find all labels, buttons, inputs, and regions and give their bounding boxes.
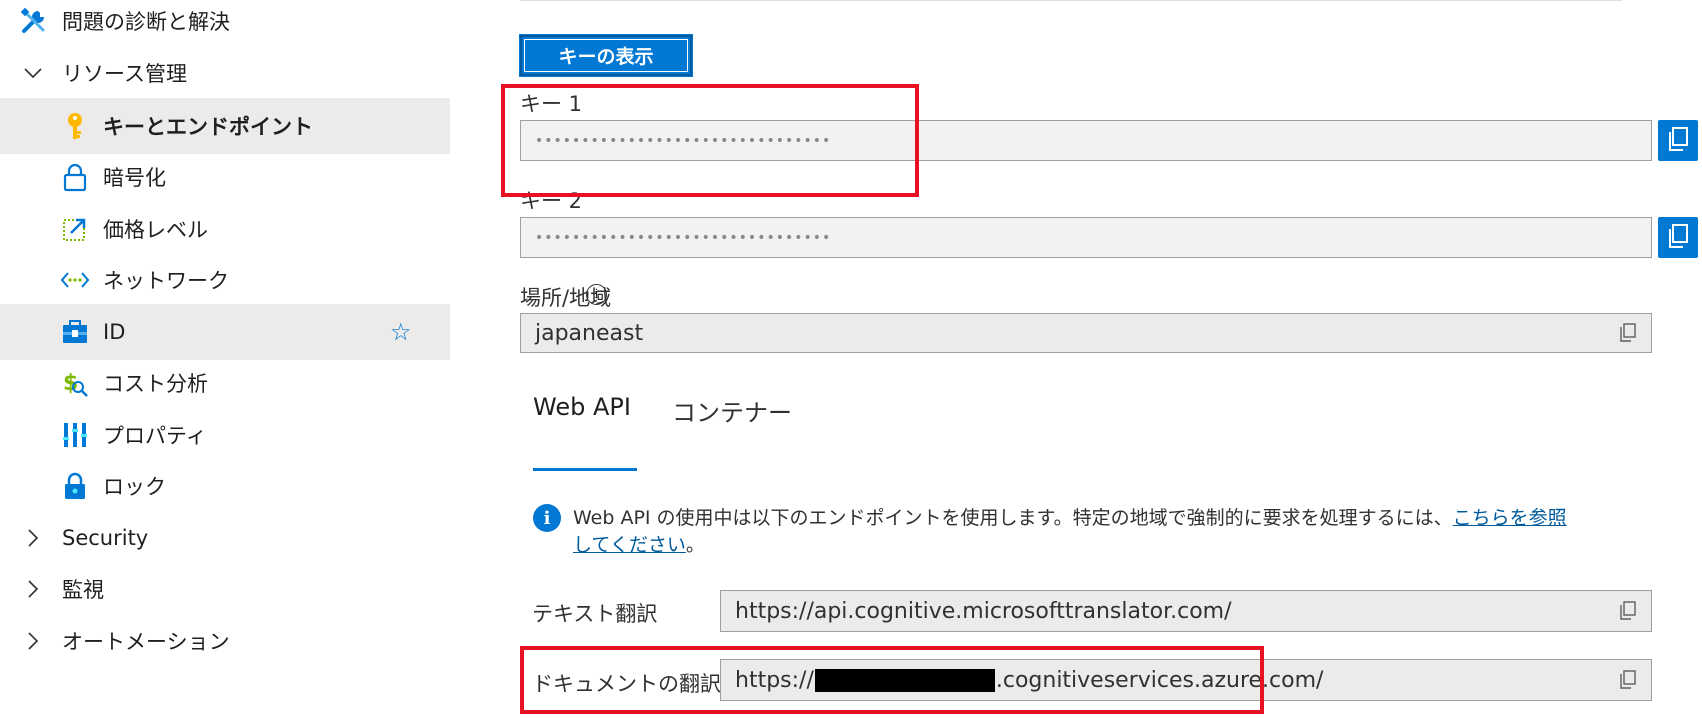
sidebar-item-keys-endpoint[interactable]: キーとエンドポイント (0, 98, 450, 154)
sidebar-item-diagnose[interactable]: 問題の診断と解決 (0, 0, 450, 49)
info-message-suffix: 。 (685, 534, 705, 556)
key-icon (60, 111, 90, 141)
sidebar-item-label: 問題の診断と解決 (62, 10, 230, 34)
sidebar-item-label: キーとエンドポイント (103, 115, 313, 139)
sidebar-group-label: Security (62, 526, 149, 550)
sidebar-item-label: 価格レベル (103, 218, 208, 242)
sidebar-item-properties[interactable]: プロパティ (0, 407, 450, 463)
network-icon (60, 265, 90, 295)
copy-icon (1666, 126, 1690, 156)
favorite-star-icon[interactable]: ☆ (390, 320, 412, 344)
sidebar-item-identity[interactable]: ID ☆ (0, 304, 450, 360)
wrench-screwdriver-icon (19, 6, 49, 36)
sidebar-group-monitoring[interactable]: 監視 (0, 561, 450, 617)
properties-icon (60, 420, 90, 450)
lock-icon (60, 162, 90, 192)
sidebar-item-network[interactable]: ネットワーク (0, 252, 450, 308)
chevron-down-icon (22, 62, 44, 84)
sidebar-item-cost-analysis[interactable]: $ コスト分析 (0, 355, 450, 411)
key2-field[interactable]: •••••••••••••••••••••••••••••••• (520, 217, 1652, 258)
sidebar-item-label: ロック (103, 475, 166, 499)
chevron-right-icon (22, 527, 44, 549)
copy-icon[interactable] (1617, 600, 1639, 622)
info-message: Web API の使用中は以下のエンドポイントを使用します。特定の地域で強制的に… (573, 505, 1573, 559)
text-translation-endpoint-value: https://api.cognitive.microsofttranslato… (735, 598, 1232, 624)
info-message-text: Web API の使用中は以下のエンドポイントを使用します。特定の地域で強制的に… (573, 507, 1453, 529)
sidebar-group-label: 監視 (62, 578, 104, 602)
sidebar-group-label: リソース管理 (62, 62, 187, 86)
chevron-right-icon (22, 578, 44, 600)
sidebar-item-label: 暗号化 (103, 166, 166, 190)
pricing-tier-icon (60, 214, 90, 244)
active-tab-indicator (533, 468, 637, 471)
identity-icon (60, 317, 90, 347)
highlight-box-key1 (501, 84, 919, 197)
sidebar: 問題の診断と解決 リソース管理 キーとエンドポイント 暗号化 価格レベル ネット… (0, 0, 450, 718)
copy-icon (1666, 223, 1690, 253)
sidebar-group-resource-management[interactable]: リソース管理 (0, 45, 450, 101)
sidebar-group-automation[interactable]: オートメーション (0, 613, 450, 669)
tab-web-api[interactable]: Web API (533, 393, 631, 421)
sidebar-item-label: プロパティ (103, 424, 207, 448)
cost-analysis-icon: $ (60, 368, 90, 398)
copy-icon[interactable] (1617, 669, 1639, 691)
info-icon[interactable]: i (586, 284, 607, 305)
key2-copy-button[interactable] (1658, 217, 1698, 258)
key1-copy-button[interactable] (1658, 120, 1698, 161)
sidebar-group-security[interactable]: Security (0, 510, 450, 566)
sidebar-item-label: ネットワーク (103, 269, 229, 293)
sidebar-item-locks[interactable]: ロック (0, 458, 450, 514)
highlight-box-document-endpoint (520, 646, 1264, 714)
divider (520, 0, 1622, 1)
sidebar-group-label: オートメーション (62, 630, 230, 654)
sidebar-item-label: コスト分析 (103, 372, 208, 396)
tab-container[interactable]: コンテナー (672, 393, 792, 428)
sidebar-item-label: ID (103, 320, 126, 344)
sidebar-item-pricing-tier[interactable]: 価格レベル (0, 201, 450, 257)
text-translation-endpoint-field[interactable]: https://api.cognitive.microsofttranslato… (720, 590, 1652, 632)
copy-icon[interactable] (1617, 322, 1639, 344)
show-keys-button[interactable]: キーの表示 (519, 34, 693, 77)
sidebar-item-encryption[interactable]: 暗号化 (0, 149, 450, 205)
info-circle-icon: i (533, 504, 561, 532)
lock-shield-icon (60, 471, 90, 501)
location-value: japaneast (535, 320, 644, 346)
chevron-right-icon (22, 630, 44, 652)
location-field[interactable]: japaneast (520, 313, 1652, 353)
main-content: キーの表示 キー 1 •••••••••••••••••••••••••••••… (450, 0, 1702, 718)
text-translation-label: テキスト翻訳 (532, 602, 658, 626)
